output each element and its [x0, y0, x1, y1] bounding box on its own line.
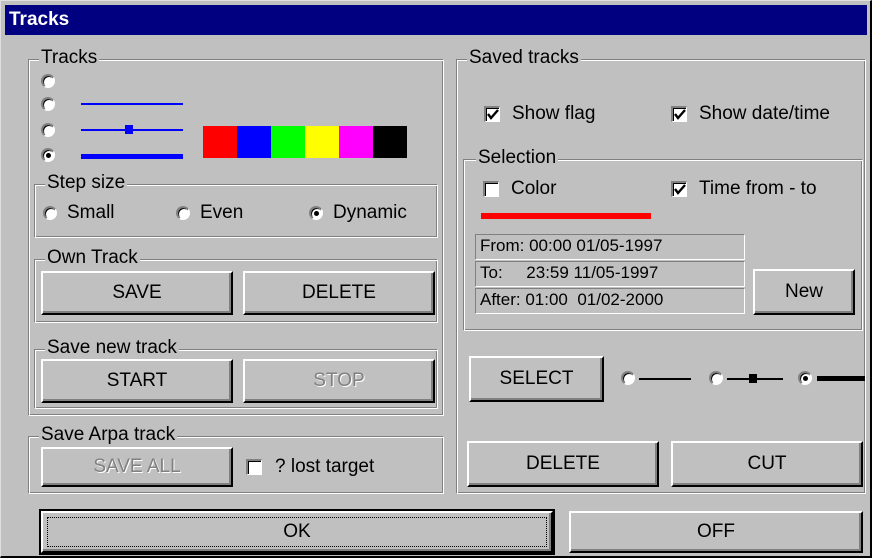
save-all-button[interactable]: SAVE ALL [41, 447, 233, 487]
ok-button[interactable]: OK [39, 509, 555, 555]
own-track-save-button[interactable]: SAVE [41, 271, 233, 315]
track-style-thin-line-radio[interactable] [41, 97, 55, 111]
after-time-field: After: 01:00 01/02-2000 [475, 288, 745, 314]
step-size-even-label: Even [200, 202, 244, 223]
step-size-small-label: Small [67, 202, 115, 223]
track-color-yellow-swatch[interactable] [305, 126, 339, 158]
to-time-field: To: 23:59 11/05-1997 [475, 261, 745, 287]
saved-style-line-with-marker-radio[interactable] [709, 371, 723, 385]
track-style-line-with-marker-radio[interactable] [41, 123, 55, 137]
own-track-label: Own Track [45, 247, 140, 269]
show-datetime-checkbox[interactable] [671, 106, 687, 122]
color-checkbox[interactable] [483, 181, 499, 197]
saved-delete-button[interactable]: DELETE [467, 441, 659, 487]
thin-line-sample [81, 103, 183, 105]
lost-target-checkbox[interactable] [246, 459, 262, 475]
save-arpa-track-label: Save Arpa track [39, 424, 178, 446]
off-button[interactable]: OFF [569, 511, 863, 553]
track-style-thick-line-radio[interactable] [41, 148, 55, 162]
saved-thick-line-sample [817, 376, 865, 381]
track-color-black-swatch[interactable] [373, 126, 407, 158]
step-size-dynamic-radio[interactable] [309, 206, 323, 220]
stop-button[interactable]: STOP [243, 359, 435, 403]
selected-color-sample [481, 213, 651, 219]
selection-label: Selection [476, 147, 559, 169]
time-range-label: Time from - to [699, 178, 817, 199]
step-size-dynamic-label: Dynamic [333, 202, 407, 223]
thick-line-sample [81, 154, 183, 159]
tracks-group-label: Tracks [39, 47, 100, 69]
checkmark-icon [487, 109, 499, 120]
step-size-small-radio[interactable] [43, 206, 57, 220]
checkmark-icon [674, 184, 686, 195]
show-flag-label: Show flag [512, 103, 596, 124]
ok-button-label: OK [283, 521, 311, 542]
saved-style-thick-line-radio[interactable] [798, 371, 812, 385]
new-selection-button[interactable]: New [753, 269, 855, 315]
saved-style-thin-line-radio[interactable] [621, 371, 635, 385]
saved-thin-line-sample [639, 378, 691, 380]
save-new-track-label: Save new track [45, 337, 179, 359]
select-button[interactable]: SELECT [469, 356, 604, 402]
cut-button[interactable]: CUT [671, 441, 863, 487]
track-color-red-swatch[interactable] [203, 126, 237, 158]
window-title: Tracks [5, 5, 867, 35]
tracks-dialog: Tracks Tracks Step size Small Even Dynam… [0, 0, 872, 558]
own-track-delete-button[interactable]: DELETE [243, 271, 435, 315]
time-range-checkbox[interactable] [671, 181, 687, 197]
start-button[interactable]: START [41, 359, 233, 403]
step-size-even-radio[interactable] [176, 206, 190, 220]
marker-line-marker [125, 125, 133, 134]
saved-marker-line-marker [749, 374, 757, 383]
step-size-label: Step size [45, 172, 128, 194]
track-style-none-radio[interactable] [41, 74, 55, 88]
color-label: Color [511, 178, 557, 199]
show-datetime-label: Show date/time [699, 103, 830, 124]
track-color-green-swatch[interactable] [271, 126, 305, 158]
saved-tracks-label: Saved tracks [467, 47, 581, 69]
from-time-field: From: 00:00 01/05-1997 [475, 234, 745, 260]
show-flag-checkbox[interactable] [484, 106, 500, 122]
track-color-magenta-swatch[interactable] [339, 126, 373, 158]
checkmark-icon [674, 109, 686, 120]
lost-target-label: ? lost target [275, 456, 375, 477]
track-color-blue-swatch[interactable] [237, 126, 271, 158]
